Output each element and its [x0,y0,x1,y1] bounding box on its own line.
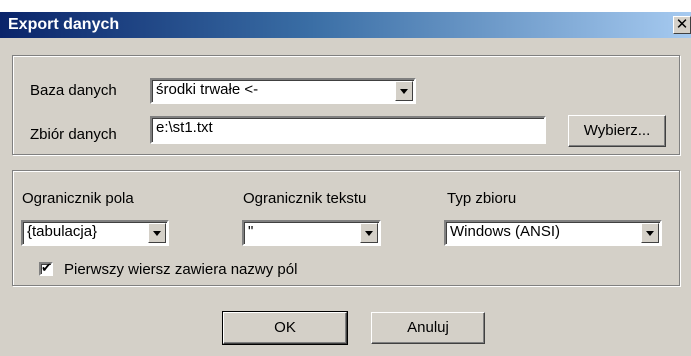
field-delimiter-value: {tabulacja} [27,223,98,240]
browse-button[interactable]: Wybierz... [568,115,666,147]
close-icon: ✕ [675,16,689,33]
text-delimiter-value: " [248,223,254,240]
database-value: środki trwałe <- [156,81,259,98]
file-type-label: Typ zbioru [447,190,517,207]
browse-button-label: Wybierz... [583,122,651,139]
close-button[interactable]: ✕ [673,16,691,34]
ok-button-label: OK [274,319,296,336]
file-type-select[interactable]: Windows (ANSI) [444,220,662,246]
field-delimiter-label: Ogranicznik pola [22,190,134,207]
database-label: Baza danych [30,82,117,99]
chevron-down-icon[interactable] [641,223,659,243]
text-delimiter-label: Ogranicznik tekstu [243,190,367,207]
file-path-value: e:\st1.txt [156,119,213,136]
export-dialog: Export danych ✕ Baza danych środki trwał… [0,12,691,356]
chevron-down-icon[interactable] [360,223,378,243]
header-row-checkbox-label[interactable]: Pierwszy wiersz zawiera nazwy pól [64,261,297,278]
cancel-button[interactable]: Anuluj [371,312,485,344]
ok-button[interactable]: OK [222,311,348,345]
title-bar: Export danych ✕ [0,12,691,38]
file-label: Zbiór danych [30,126,117,143]
chevron-down-icon[interactable] [148,223,166,243]
text-delimiter-select[interactable]: " [242,220,381,246]
window-title: Export danych [8,16,120,33]
chevron-down-icon[interactable] [395,81,413,101]
cancel-button-label: Anuluj [407,319,449,336]
field-delimiter-select[interactable]: {tabulacja} [21,220,169,246]
file-path-input[interactable]: e:\st1.txt [150,116,546,144]
database-select[interactable]: środki trwałe <- [150,78,416,104]
header-row-checkbox[interactable] [39,260,53,276]
file-type-value: Windows (ANSI) [450,223,561,240]
